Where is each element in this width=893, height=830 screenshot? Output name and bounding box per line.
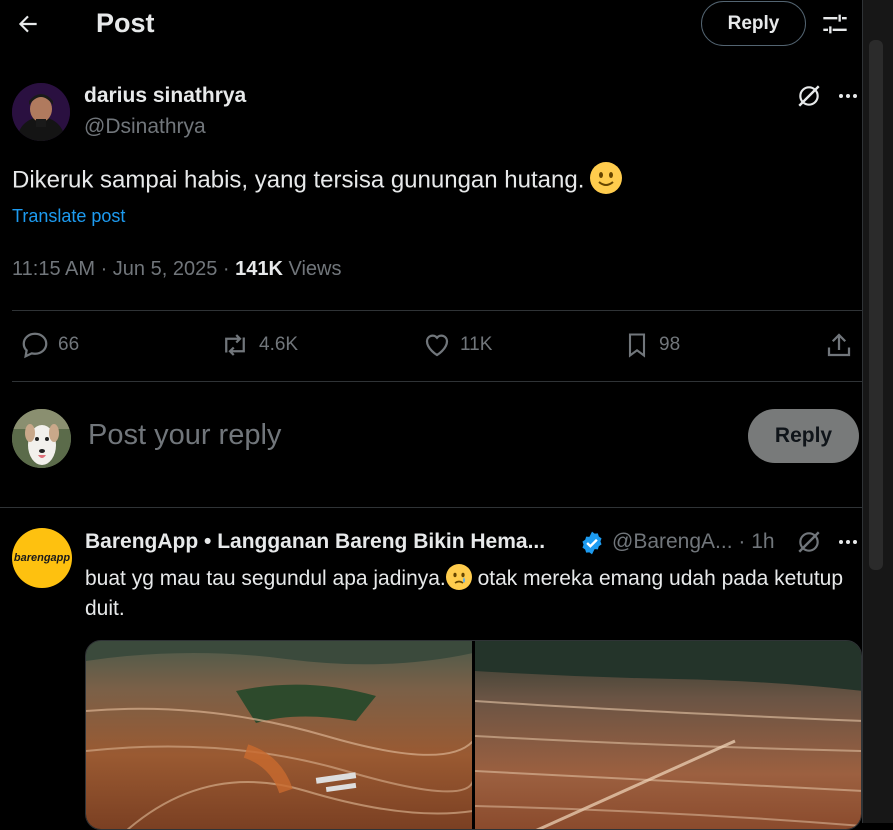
slightly-smiling-emoji-icon bbox=[590, 162, 623, 194]
arrow-left-icon bbox=[18, 15, 37, 33]
bookmark-action[interactable]: 98 bbox=[623, 330, 680, 360]
ellipsis-icon bbox=[839, 94, 857, 98]
post-meta: 11:15 AM · Jun 5, 2025 · 141K Views bbox=[12, 258, 341, 281]
grok-icon bbox=[798, 85, 820, 107]
repost-count: 4.6K bbox=[259, 334, 299, 355]
views-count: 141K bbox=[235, 258, 283, 280]
divider bbox=[12, 381, 862, 382]
reply-input[interactable]: Post your reply bbox=[88, 419, 281, 452]
reply-grok-button[interactable] bbox=[793, 528, 825, 556]
reply-media-grid[interactable] bbox=[85, 640, 862, 830]
reply-count: 66 bbox=[58, 334, 80, 355]
like-count: 11K bbox=[460, 334, 493, 355]
translate-post-link[interactable]: Translate post bbox=[12, 206, 125, 227]
grok-button[interactable] bbox=[793, 82, 825, 110]
heart-icon bbox=[425, 334, 449, 357]
post-timestamp[interactable]: 11:15 AM · Jun 5, 2025 · bbox=[12, 258, 235, 280]
header-reply-button[interactable]: Reply bbox=[701, 1, 806, 46]
author-avatar[interactable] bbox=[12, 83, 70, 141]
share-action[interactable] bbox=[824, 330, 854, 360]
column-border bbox=[862, 0, 863, 823]
verified-badge-icon bbox=[579, 530, 605, 556]
reply-text-part1: buat yg mau tau segundul apa jadinya. bbox=[85, 567, 446, 590]
filter-settings-button[interactable] bbox=[817, 6, 853, 42]
back-button[interactable] bbox=[10, 6, 46, 42]
ellipsis-icon bbox=[839, 540, 857, 544]
more-options-button[interactable] bbox=[834, 82, 862, 110]
current-user-avatar[interactable] bbox=[12, 409, 71, 468]
share-icon bbox=[827, 333, 851, 357]
scrollbar-thumb[interactable] bbox=[869, 40, 883, 570]
repost-icon bbox=[225, 334, 245, 356]
deforestation-aerial-photo-right[interactable] bbox=[475, 641, 862, 830]
post-text: Dikeruk sampai habis, yang tersisa gunun… bbox=[12, 166, 585, 194]
comment-icon bbox=[22, 332, 48, 359]
crying-face-emoji-icon bbox=[445, 564, 472, 591]
bookmark-count: 98 bbox=[659, 334, 681, 355]
divider bbox=[0, 507, 862, 508]
views-label: Views bbox=[282, 258, 342, 280]
author-name[interactable]: darius sinathrya bbox=[84, 84, 246, 108]
reply-action[interactable]: 66 bbox=[20, 330, 79, 360]
composer-reply-button[interactable]: Reply bbox=[748, 409, 859, 463]
sliders-icon bbox=[823, 14, 847, 34]
repost-action[interactable]: 4.6K bbox=[219, 330, 298, 360]
deforestation-aerial-photo-left[interactable] bbox=[86, 641, 473, 830]
grok-icon bbox=[798, 531, 820, 553]
like-action[interactable]: 11K bbox=[422, 330, 492, 360]
divider bbox=[12, 310, 862, 311]
author-handle[interactable]: @Dsinathrya bbox=[84, 115, 206, 139]
reply-author-handle[interactable]: @BarengA... · 1h bbox=[612, 530, 775, 554]
reply-author-avatar[interactable]: barengapp bbox=[12, 528, 72, 588]
bookmark-icon bbox=[628, 333, 646, 358]
reply-more-options-button[interactable] bbox=[834, 528, 862, 556]
reply-avatar-logo: barengapp bbox=[13, 552, 71, 564]
page-title: Post bbox=[96, 8, 155, 38]
post-body: Dikeruk sampai habis, yang tersisa gunun… bbox=[12, 162, 623, 197]
reply-body: buat yg mau tau segundul apa jadinya. ot… bbox=[85, 564, 855, 624]
reply-author-name[interactable]: BarengApp • Langganan Bareng Bikin Hema.… bbox=[85, 530, 545, 554]
